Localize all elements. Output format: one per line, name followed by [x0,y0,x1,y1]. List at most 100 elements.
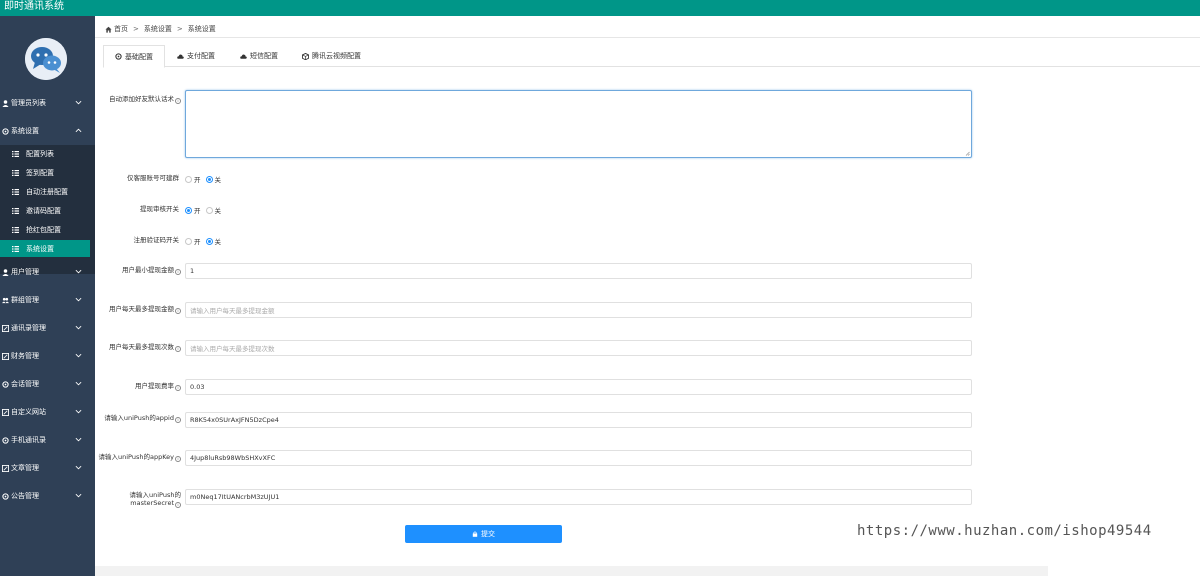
sidebar-item-finance-management[interactable]: 财务管理 [0,347,95,365]
main-content: 首页 > 系统设置 > 系统设置 基础配置 支付配置 短信配置 腾讯云视频配置 … [95,16,1200,576]
gear-icon [1,380,9,388]
tab-tencent-video-config[interactable]: 腾讯云视频配置 [291,45,372,67]
withdraw-audit-radio-on[interactable] [185,206,192,214]
service-group-radio-off[interactable] [205,175,213,183]
sidebar-item-label: 用户管理 [11,268,39,276]
chevron-down-icon [75,352,82,359]
sidebar-item-label: 公告管理 [11,492,39,500]
chevron-up-icon [75,127,82,134]
breadcrumb-level1[interactable]: 系统设置 [144,24,172,34]
tab-sms-config[interactable]: 短信配置 [229,45,289,67]
tab-payment-config[interactable]: 支付配置 [166,45,226,67]
sidebar-item-label: 通讯录管理 [11,324,46,332]
tab-label: 基础配置 [125,52,153,61]
register-code-radio-group: 开 关 [185,236,226,246]
chevron-down-icon [75,296,82,303]
chat-bubbles-icon [25,38,67,80]
breadcrumb-home[interactable]: 首页 [114,24,128,34]
user-icon [1,268,9,276]
chevron-down-icon [75,268,82,275]
cube-icon [302,52,309,60]
max-withdraw-times-input[interactable]: 请输入用户每天最多提现次数 [185,340,972,356]
submenu-item-label: 邀请码配置 [26,206,61,215]
submenu-item-config-list[interactable]: 配置列表 [0,145,90,162]
submenu-item-signin-config[interactable]: 签到配置 [0,164,90,181]
chevron-down-icon [75,99,82,106]
auto-friend-textarea[interactable] [185,90,972,158]
sidebar-item-label: 财务管理 [11,352,39,360]
sidebar-item-admin-list[interactable]: 管理员列表 [0,94,95,112]
submenu-system-settings: 配置列表 签到配置 自动注册配置 邀请码配置 抢红包配置 系统设置 [0,145,95,274]
sidebar-item-contacts-management[interactable]: 通讯录管理 [0,319,95,337]
sidebar-item-group-management[interactable]: 群组管理 [0,291,95,309]
submenu-item-label: 签到配置 [26,168,54,177]
chevron-down-icon [75,492,82,499]
min-withdraw-input[interactable]: 1 [185,263,972,279]
withdraw-audit-radio-off[interactable] [205,206,213,214]
lock-icon [472,531,478,537]
service-group-radio-group: 开 关 [185,174,226,184]
submenu-item-invite-code-config[interactable]: 邀请码配置 [0,202,90,219]
submenu-item-label: 自动注册配置 [26,187,68,196]
unipush-appkey-input[interactable]: 4Jup8luRsb98WbSHXvXFC [185,450,972,466]
sidebar-item-custom-website[interactable]: 自定义网站 [0,403,95,421]
list-icon [12,207,20,215]
sidebar-item-label: 手机通讯录 [11,436,46,444]
max-withdraw-times-label: 用户每天最多提现次数 i [95,343,181,352]
withdraw-rate-input[interactable]: 0.03 [185,379,972,395]
withdraw-audit-label: 提现审核开关 [140,205,179,213]
unipush-secret-input[interactable]: m0Neq17ItUANcrbM3zUJU1 [185,489,972,505]
info-icon: i [175,456,181,462]
sidebar-item-label: 管理员列表 [11,99,46,107]
sidebar: 管理员列表 系统设置 配置列表 签到配置 自动注册配置 邀请码配置 抢红包配置 [0,16,95,576]
edit-icon [1,464,9,472]
unipush-appkey-label: 请输入uniPush的appKey i [95,453,181,462]
group-icon [1,296,9,304]
submenu-item-red-packet-config[interactable]: 抢红包配置 [0,221,90,238]
list-icon [12,226,20,234]
cloud-icon [240,53,247,60]
info-icon: i [175,269,181,275]
sidebar-item-system-settings[interactable]: 系统设置 [0,122,95,140]
submit-button[interactable]: 提交 [405,525,562,543]
gear-icon [1,127,9,135]
service-group-radio-on[interactable] [185,175,192,183]
tab-label: 支付配置 [187,52,215,60]
sidebar-item-label: 自定义网站 [11,408,46,416]
tab-bar: 基础配置 支付配置 短信配置 腾讯云视频配置 [103,45,1200,68]
gear-icon [1,436,9,444]
register-code-radio-off[interactable] [205,237,213,245]
cloud-icon [177,53,184,60]
sidebar-item-label: 系统设置 [11,127,39,135]
sidebar-item-article-management[interactable]: 文章管理 [0,459,95,477]
breadcrumb: 首页 > 系统设置 > 系统设置 [105,24,216,34]
resize-grip-icon[interactable] [965,151,970,156]
register-code-radio-on[interactable] [185,237,192,245]
info-icon: i [175,346,181,352]
sidebar-item-announcement-management[interactable]: 公告管理 [0,487,95,505]
unipush-secret-label: 请输入uniPush的masterSecret i [129,491,181,508]
withdraw-audit-radio-group: 开 关 [185,205,226,215]
sidebar-item-user-management[interactable]: 用户管理 [0,263,95,281]
chevron-down-icon [75,464,82,471]
chevron-down-icon [75,380,82,387]
sidebar-item-session-management[interactable]: 会话管理 [0,375,95,393]
withdraw-rate-label: 用户提现费率 i [95,382,181,391]
info-icon: i [175,308,181,314]
submenu-item-system-settings[interactable]: 系统设置 [0,240,90,257]
gear-icon [1,492,9,500]
tab-basic-config[interactable]: 基础配置 [103,45,165,68]
sidebar-item-label: 会话管理 [11,380,39,388]
auto-friend-label: 自动添加好友默认话术 i [95,95,181,104]
sidebar-item-phone-contacts[interactable]: 手机通讯录 [0,431,95,449]
chevron-down-icon [75,436,82,443]
min-withdraw-label: 用户最小提现金额 i [95,266,181,275]
max-withdraw-amount-label: 用户每天最多提现金额 i [95,305,181,314]
register-code-label: 注册验证码开关 [133,236,180,244]
unipush-appid-input[interactable]: R8K54x0SUrAxJFN5DzCpe4 [185,412,972,428]
submenu-item-auto-register-config[interactable]: 自动注册配置 [0,183,90,200]
submenu-item-label: 系统设置 [26,244,54,253]
info-icon: i [175,385,181,391]
sidebar-item-label: 群组管理 [11,296,39,304]
max-withdraw-amount-input[interactable]: 请输入用户每天最多提现金额 [185,302,972,318]
